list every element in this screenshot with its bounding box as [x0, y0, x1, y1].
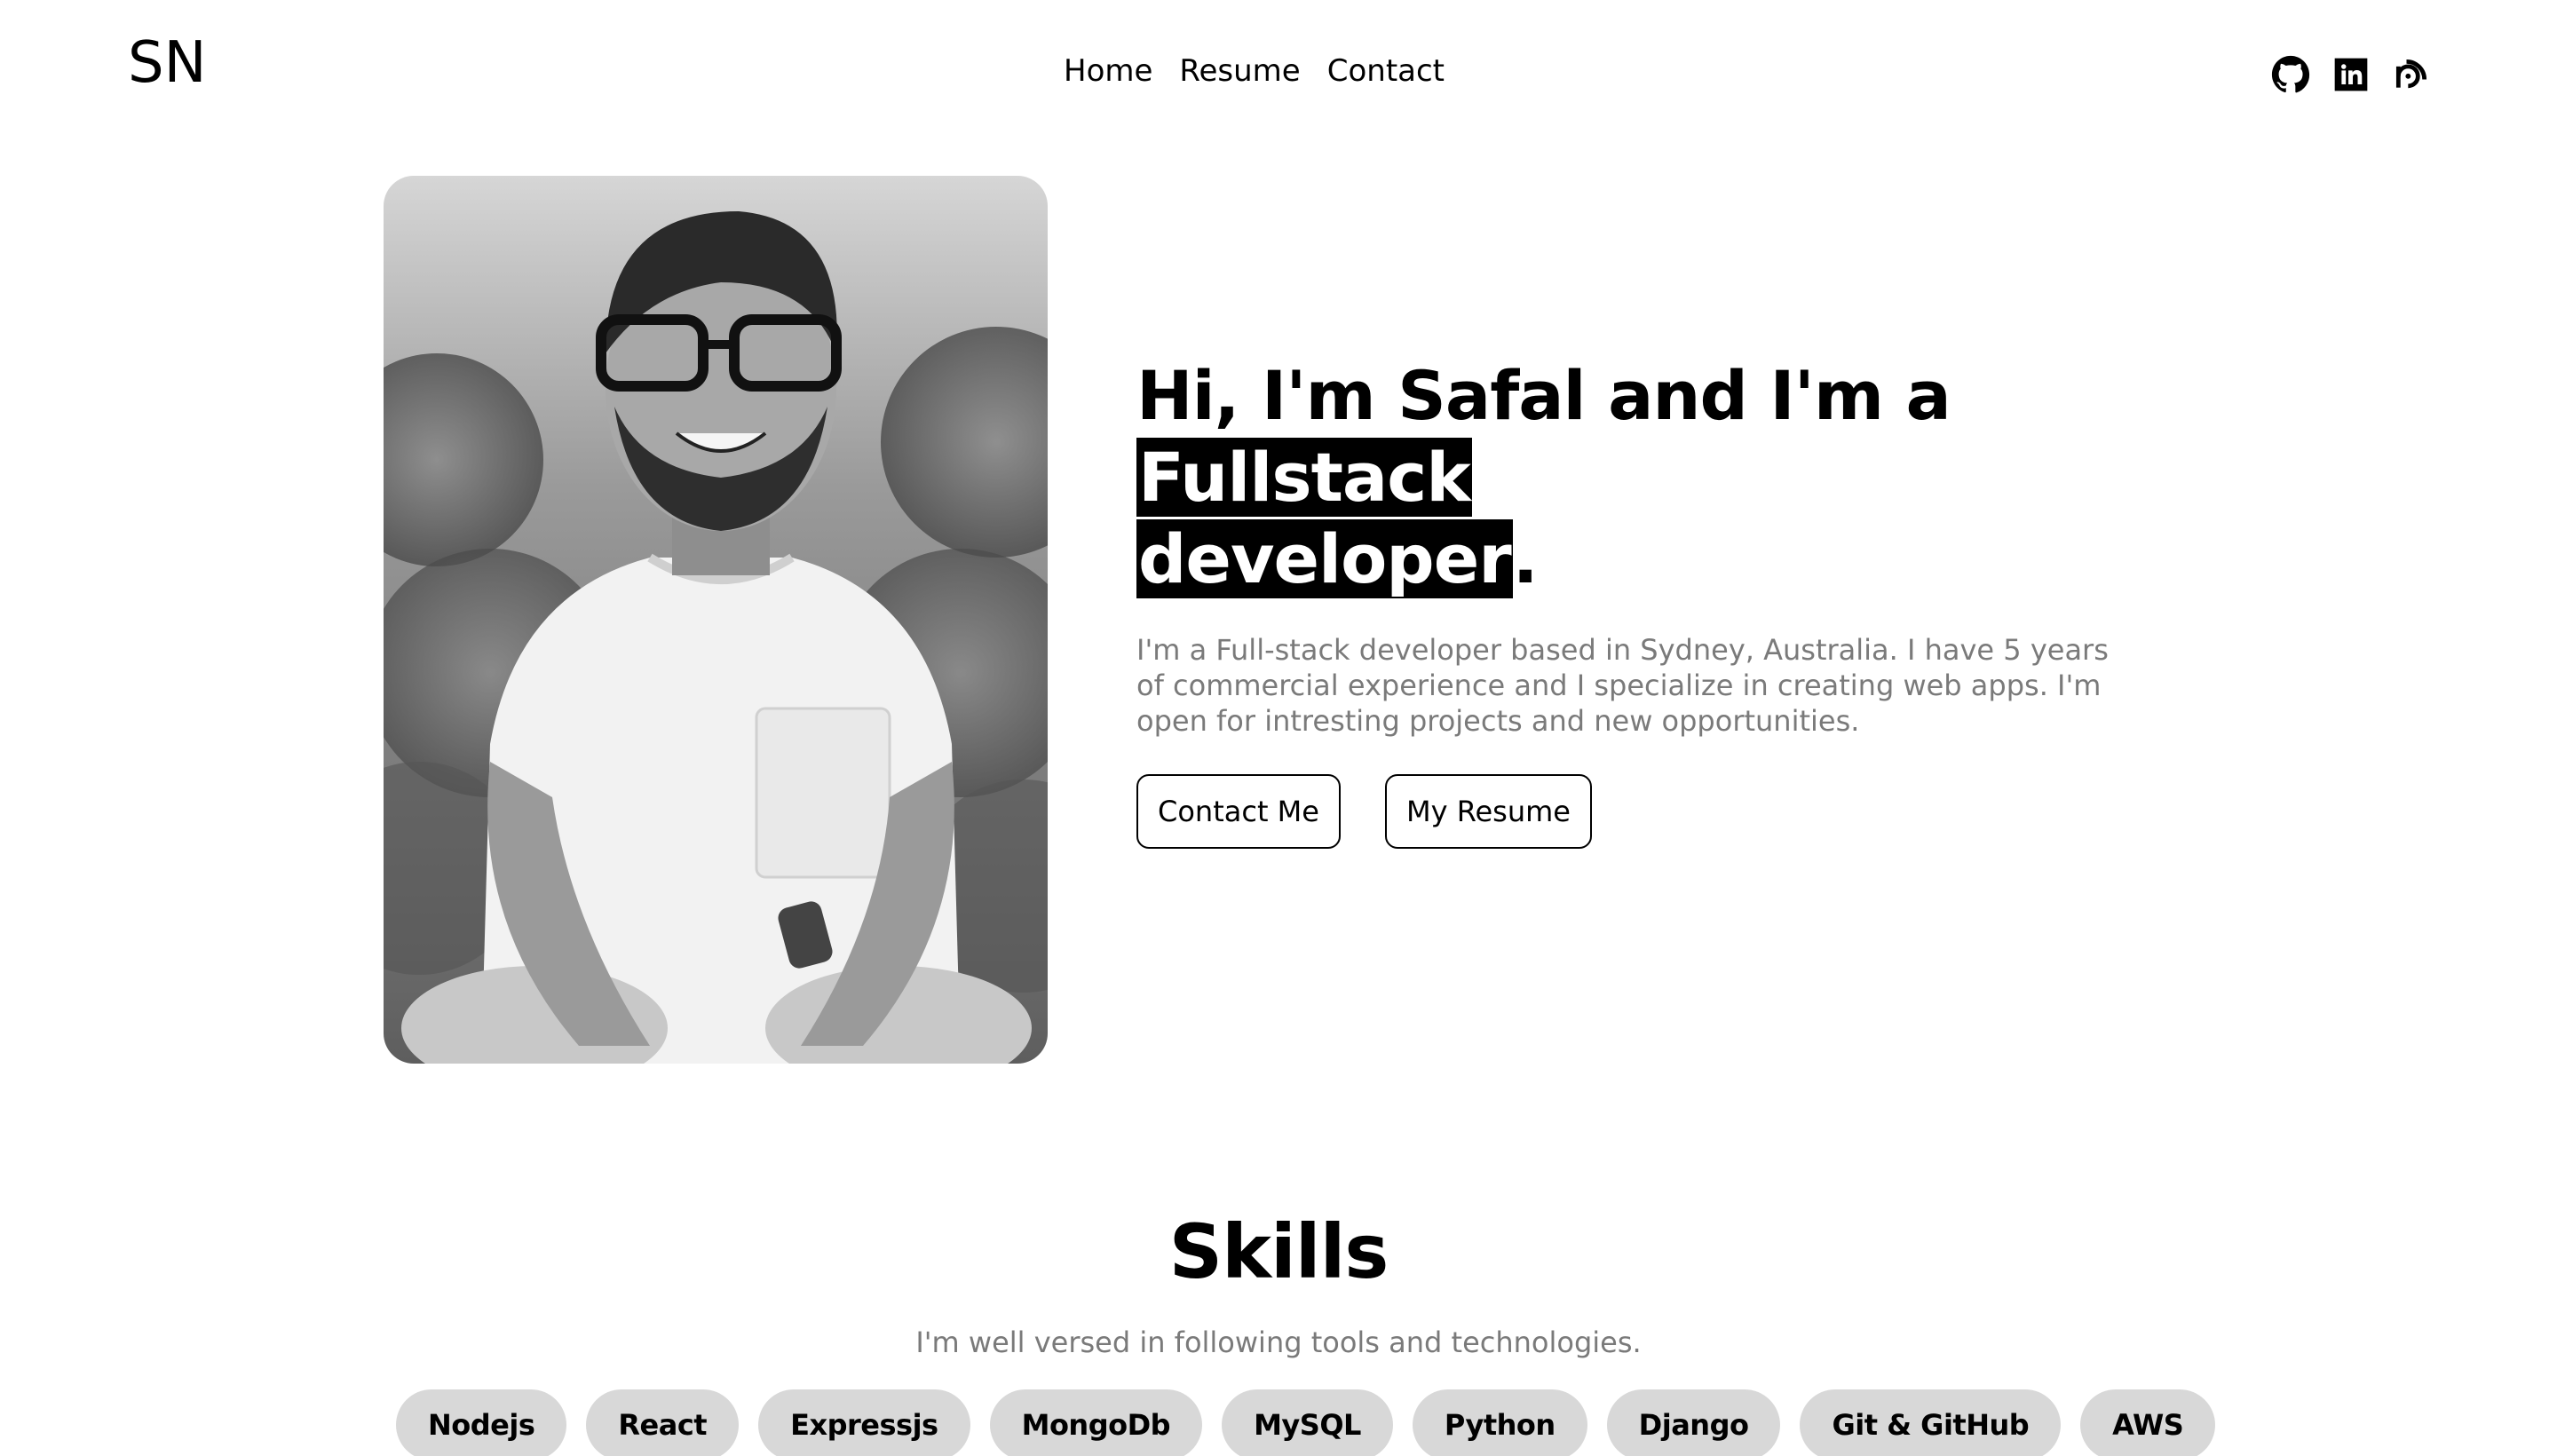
nav-home[interactable]: Home [1064, 50, 1152, 92]
headline-highlight-title: developer [1136, 519, 1513, 598]
headline-suffix: . [1512, 519, 1539, 598]
main-nav: Home Resume Contact [1064, 50, 1445, 92]
hero-buttons: Contact Me My Resume [1136, 774, 2149, 849]
linkedin-icon[interactable] [2331, 55, 2371, 94]
skills-list: Nodejs React Expressjs MongoDb MySQL Pyt… [396, 1389, 2216, 1456]
skills-subtitle: I'm well versed in following tools and t… [915, 1325, 1642, 1359]
site-logo[interactable]: SN [128, 30, 207, 96]
hero-bio: I'm a Full-stack developer based in Sydn… [1136, 633, 2109, 738]
headline-prefix: Hi, I'm Safal and I'm a [1136, 356, 1951, 435]
skill-chip-react: React [586, 1389, 740, 1456]
social-links [2271, 55, 2431, 94]
headline-highlight-role: Fullstack [1136, 438, 1472, 517]
skills-title: Skills [1168, 1208, 1389, 1295]
blog-icon[interactable] [2392, 55, 2431, 94]
profile-photo [384, 176, 1048, 1064]
hero-headline: Hi, I'm Safal and I'm a Fullstack develop… [1136, 355, 2149, 600]
skill-chip-mysql: MySQL [1222, 1389, 1393, 1456]
skill-chip-aws: AWS [2080, 1389, 2216, 1456]
contact-me-button[interactable]: Contact Me [1136, 774, 1341, 849]
skill-chip-nodejs: Nodejs [396, 1389, 567, 1456]
skill-chip-expressjs: Expressjs [758, 1389, 970, 1456]
nav-resume[interactable]: Resume [1179, 50, 1300, 92]
my-resume-button[interactable]: My Resume [1384, 774, 1592, 849]
skill-chip-python: Python [1412, 1389, 1587, 1456]
hero-section: Hi, I'm Safal and I'm a Fullstack develop… [1136, 355, 2149, 849]
github-icon[interactable] [2271, 55, 2310, 94]
skill-chip-django: Django [1606, 1389, 1781, 1456]
skill-chip-git-github: Git & GitHub [1800, 1389, 2062, 1456]
skill-chip-mongodb: MongoDb [989, 1389, 1203, 1456]
page: SN Home Resume Contact Hi, I'm Safal and… [0, 0, 2557, 1456]
nav-contact[interactable]: Contact [1327, 50, 1445, 92]
